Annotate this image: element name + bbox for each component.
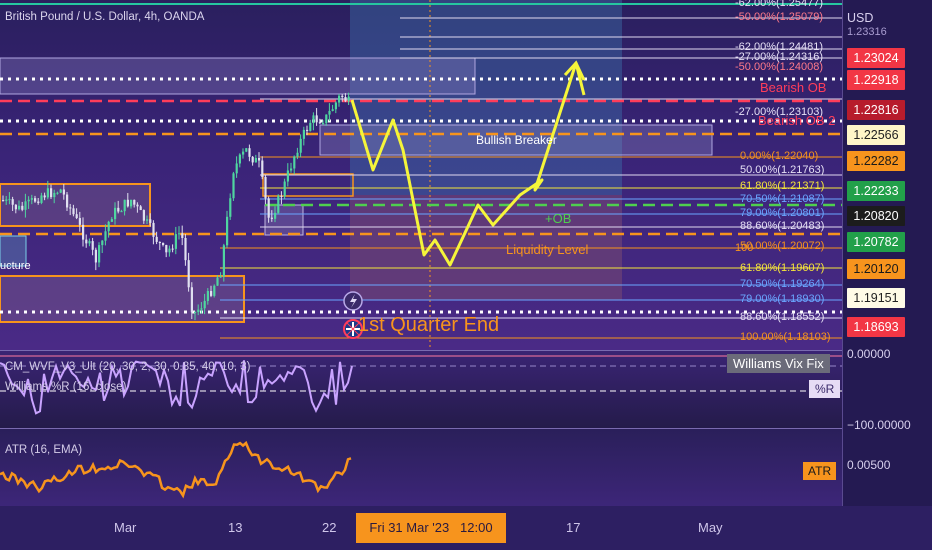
fib-label: 61.80%(1.21371): [740, 180, 825, 192]
time-label-mar: Mar: [114, 520, 137, 535]
breaker-zone-mid: [262, 173, 354, 197]
williams-indicator-pane[interactable]: CM_WVF_V3_Ult (20, 30, 2, 30, 0.85, 40, …: [0, 350, 842, 429]
bullish-breaker-label: Bullish Breaker: [476, 133, 557, 147]
time-label-17: 17: [566, 520, 581, 535]
price-tag: 1.20120: [847, 259, 905, 279]
price-tag: 1.22816: [847, 100, 905, 120]
price-top-partial: 1.23316: [847, 26, 887, 38]
fib-label: 50.00%(1.21763): [740, 164, 825, 176]
atr-value: 0.00500: [847, 458, 891, 472]
price-axis[interactable]: USD 1.23316 1.23024 1.22918 1.22816 1.22566…: [727, 0, 932, 506]
price-tag: 1.19151: [847, 288, 905, 308]
fib-label: -50.00%(1.24008): [735, 61, 824, 73]
atr-canvas: [0, 440, 352, 499]
fib-label: -62.00%(1.25477): [735, 0, 824, 9]
currency-label: USD: [847, 11, 874, 25]
crosshair-time-label: Fri 31 Mar '23 12:00: [356, 513, 506, 543]
price-tag: 1.20820: [847, 206, 905, 226]
price-tag: 1.18693: [847, 317, 905, 337]
bearish-ob-label: Bearish OB: [760, 80, 827, 95]
osc-bottom-value: −100.00000: [847, 418, 911, 432]
price-tag: 1.22233: [847, 181, 905, 201]
quarter-end-label: 1st Quarter End: [358, 314, 500, 336]
fib-label: 61.80%(1.19607): [740, 262, 825, 274]
time-axis[interactable]: Mar 13 22 17 May Fri 31 Mar '23 12:00: [0, 506, 932, 550]
atr-tag: ATR: [803, 462, 837, 480]
wvf-legend: CM_WVF_V3_Ult (20, 30, 2, 30, 0.85, 40, …: [5, 361, 251, 373]
price-chart-canvas[interactable]: [0, 0, 842, 350]
fib-label: -27.00%(1.23103): [735, 106, 824, 118]
plus-ob-label: +OB: [545, 211, 572, 226]
atr-legend: ATR (16, EMA): [5, 444, 83, 456]
wr-tag: %R: [809, 380, 841, 398]
time-label-13: 13: [228, 520, 243, 535]
fib-label: 88.60%(1.20483): [740, 220, 825, 232]
price-chart-pane[interactable]: British Pound / U.S. Dollar, 4h, OANDA B…: [0, 0, 842, 350]
fib-label: 100.00%(1.18103): [740, 331, 831, 343]
structure-label: ucture: [0, 260, 31, 272]
demand-zone-mid: [264, 204, 304, 236]
supply-zone-top: [0, 57, 476, 95]
osc-top-value: 0.00000: [847, 347, 891, 361]
time-label-22: 22: [322, 520, 337, 535]
price-tag: 1.20782: [847, 232, 905, 252]
symbol-title: British Pound / U.S. Dollar, 4h, OANDA: [5, 11, 205, 23]
fib-label: -50.00%(1.25079): [735, 11, 824, 23]
price-tag: 1.22566: [847, 125, 905, 145]
atr-indicator-pane[interactable]: ATR (16, EMA): [0, 428, 842, 507]
fib-label: 88.60%(1.18552): [740, 311, 825, 323]
price-tag: 1.22282: [847, 151, 905, 171]
fib-label: 70.50%(1.19264): [740, 278, 825, 290]
time-label-may: May: [698, 520, 723, 535]
fib-label: 70.50%(1.21087): [740, 193, 825, 205]
fib-label: 0.00%(1.22040): [740, 150, 819, 162]
liquidity-level-label: Liquidity Level: [506, 242, 589, 257]
wr-legend: Williams %R (16, close): [5, 381, 127, 393]
fib-label: 50.00%(1.20072): [740, 240, 825, 252]
fib-label: 79.00%(1.18930): [740, 293, 825, 305]
fib-label: 79.00%(1.20801): [740, 207, 825, 219]
price-tag: 1.23024: [847, 48, 905, 68]
wvf-tag: Williams Vix Fix: [727, 354, 830, 373]
price-tag: 1.22918: [847, 70, 905, 90]
